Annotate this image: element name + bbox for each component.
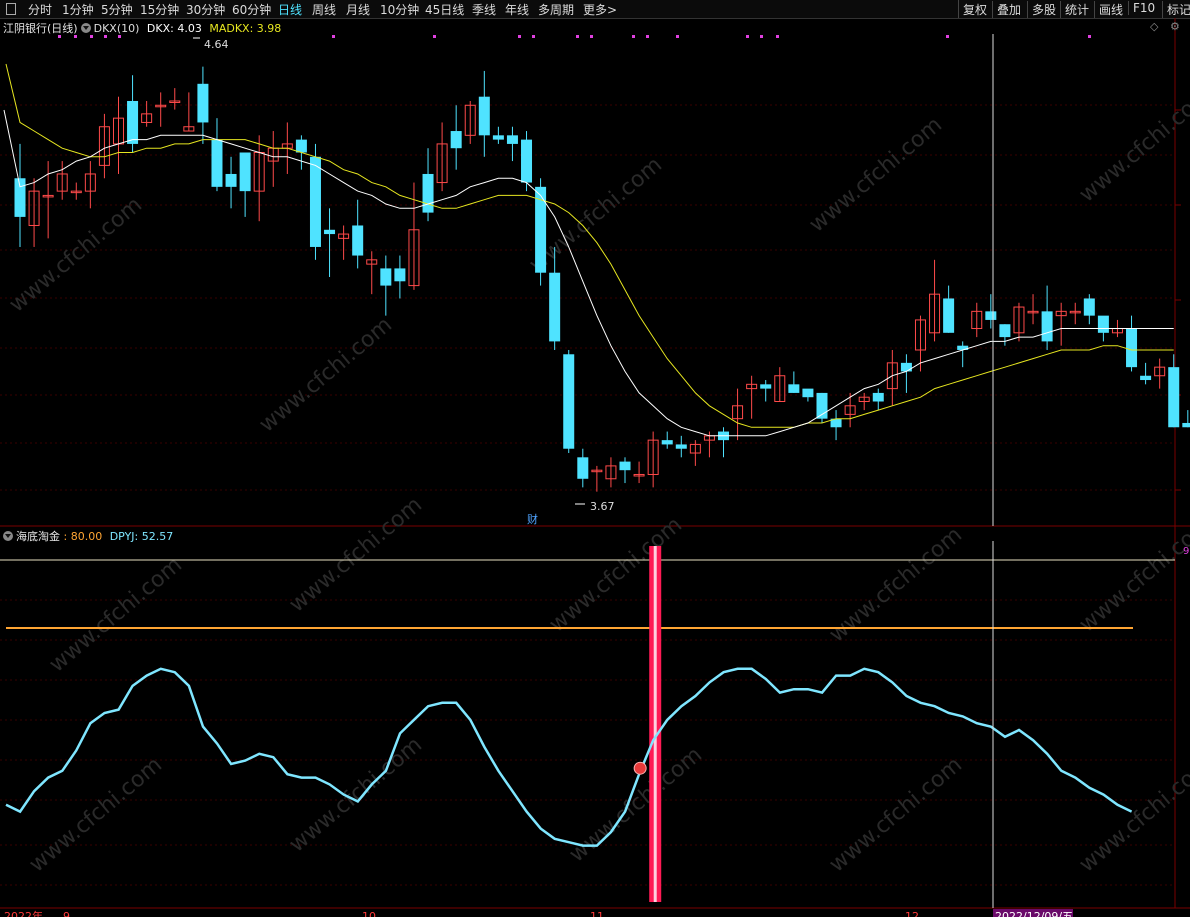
event-marker: 财: [527, 512, 538, 526]
watermark-text: www.cfchi.com: [45, 552, 187, 677]
dropdown-icon[interactable]: [80, 23, 91, 33]
main-legend: 江阴银行(日线) DKX(10) DKX: 4.03 MADKX: 3.98: [3, 20, 281, 36]
dkx-line: [3, 109, 1174, 437]
high-price-label: 4.64: [204, 38, 229, 51]
madkx-line: [5, 63, 1174, 428]
candle-body: [1140, 375, 1152, 381]
candle-body: [872, 392, 884, 402]
watermark-text: www.cfchi.com: [25, 752, 167, 877]
candle-body: [492, 135, 504, 140]
watermark-text: www.cfchi.com: [285, 732, 427, 857]
date-label: 10: [362, 910, 376, 917]
candle-body: [506, 135, 518, 144]
watermark-text: www.cfchi.com: [5, 192, 147, 317]
signal-point: [633, 761, 647, 775]
candle-body: [394, 268, 406, 282]
candle-body: [577, 457, 589, 479]
signal-dot: [946, 35, 949, 38]
candle-body: [985, 311, 997, 320]
candle-body: [295, 139, 307, 153]
candle-body: [14, 178, 26, 217]
candle-body: [309, 156, 321, 247]
signal-dot: [433, 35, 436, 38]
signal-dot: [746, 35, 749, 38]
grid-lines: [0, 18, 1190, 909]
signal-dot: [332, 35, 335, 38]
sub-axis-label: 9: [1183, 546, 1189, 557]
signal-dot: [760, 35, 763, 38]
signal-dot: [632, 35, 635, 38]
candle-body: [900, 362, 912, 372]
date-label: 9: [63, 910, 70, 917]
candle-body: [943, 298, 955, 333]
candle-body: [675, 444, 687, 449]
candle-body: [197, 83, 209, 123]
watermark-text: www.cfchi.com: [1075, 82, 1190, 207]
candle-body: [760, 384, 772, 389]
candles: [14, 66, 1190, 492]
candle-body: [225, 173, 237, 187]
date-label: 12: [905, 910, 919, 917]
watermark-text: www.cfchi.com: [255, 312, 397, 437]
dkx-value: DKX: 4.03: [146, 22, 202, 35]
candle-body: [352, 225, 364, 256]
moving-average-lines: [3, 63, 1174, 437]
signal-dot: [776, 35, 779, 38]
candle-body: [380, 268, 392, 286]
candle-body: [211, 139, 223, 187]
candle-body: [127, 100, 139, 144]
sub-indicator-name[interactable]: 海底淘金: [16, 530, 60, 543]
watermark-text: www.cfchi.com: [805, 112, 947, 237]
dpyj-line: [5, 667, 1133, 847]
candle-body: [563, 354, 575, 449]
candle-body: [619, 461, 631, 471]
signal-dot: [518, 35, 521, 38]
date-label: 11: [590, 910, 604, 917]
candle-body: [521, 139, 533, 183]
date-label: 2022年: [4, 909, 43, 917]
chart-canvas[interactable]: www.cfchi.com www.cfchi.com www.cfchi.com w…: [0, 0, 1190, 917]
signal-dot: [590, 35, 593, 38]
cursor-date: 2022/12/09/五: [995, 910, 1073, 917]
signal-dot: [1088, 35, 1091, 38]
signal-dot: [676, 35, 679, 38]
signal-dot: [532, 35, 535, 38]
watermark-text: www.cfchi.com: [1075, 512, 1190, 637]
watermark-text: www.cfchi.com: [1075, 752, 1190, 877]
candle-body: [1182, 422, 1190, 428]
dpyj-value: DPYJ: 52.57: [109, 530, 174, 543]
level-value: : 80.00: [63, 530, 103, 543]
signal-dot: [646, 35, 649, 38]
candle-body: [1041, 311, 1053, 342]
candle-body: [239, 152, 251, 192]
candle-body: [1097, 315, 1109, 333]
candle-body: [802, 388, 814, 398]
candle-body: [422, 173, 434, 213]
indicator-name[interactable]: DKX(10): [94, 22, 140, 35]
signal-bar-core: [653, 546, 657, 902]
candle-body: [450, 131, 462, 149]
candle-body: [1083, 298, 1095, 316]
watermark-text: www.cfchi.com: [285, 492, 427, 617]
watermark-text: www.cfchi.com: [545, 512, 687, 637]
candle-body: [478, 96, 490, 136]
sub-legend: 海底淘金 : 80.00 DPYJ: 52.57: [3, 528, 173, 544]
candle-body: [788, 384, 800, 393]
candle-body: [661, 440, 673, 445]
candle-body: [999, 324, 1011, 338]
madkx-value: MADKX: 3.98: [209, 22, 282, 35]
watermark-text: www.cfchi.com: [825, 752, 967, 877]
low-price-label: 3.67: [590, 500, 615, 513]
candle-body: [1126, 328, 1138, 368]
diamond-icon[interactable]: ◇: [1150, 20, 1158, 33]
candle-body: [1168, 367, 1180, 428]
stock-title: 江阴银行(日线): [3, 22, 78, 35]
signal-dot: [576, 35, 579, 38]
candle-body: [549, 272, 561, 342]
dropdown-icon[interactable]: [3, 531, 13, 541]
candle-body: [324, 229, 336, 235]
watermark-text: www.cfchi.com: [565, 742, 707, 867]
settings-icon[interactable]: ⚙: [1170, 20, 1180, 33]
